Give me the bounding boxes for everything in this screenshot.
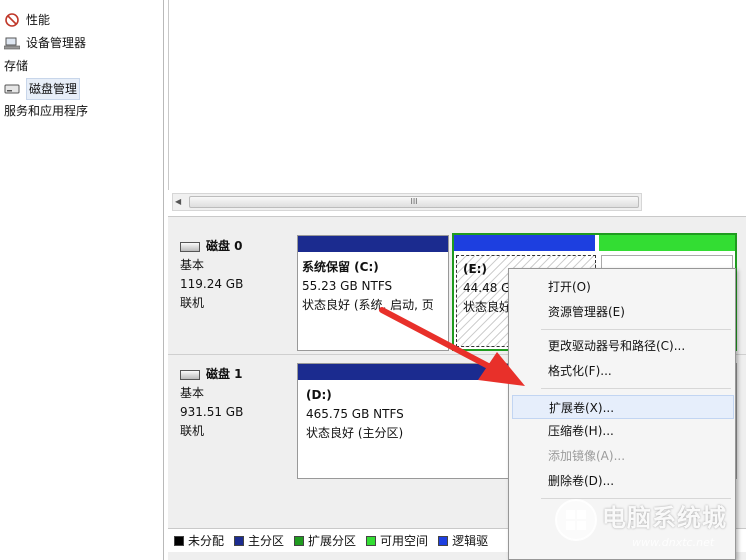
legend-free: 可用空间 xyxy=(366,532,428,549)
disk-icon xyxy=(180,369,200,380)
tree-item-device-manager[interactable]: 设备管理器 xyxy=(3,33,87,53)
partition-e-status: 状态良好 xyxy=(463,300,512,314)
tree-item-services-apps[interactable]: 服务和应用程序 xyxy=(4,101,88,121)
watermark-url: www.dnxtc.net xyxy=(632,536,715,549)
partition-d-status: 状态良好 (主分区) xyxy=(306,426,404,440)
disk-management-icon xyxy=(4,82,20,96)
watermark: 电脑系统城 www.dnxtc.net xyxy=(540,490,746,560)
tree-item-disk-management[interactable]: 磁盘管理 xyxy=(4,78,81,100)
legend-logical: 逻辑驱 xyxy=(438,532,488,549)
horizontal-scrollbar[interactable]: ◀ III xyxy=(172,193,642,211)
legend-extended: 扩展分区 xyxy=(294,532,356,549)
menu-item-format[interactable]: 格式化(F)... xyxy=(512,359,734,383)
disk-0-name: 磁盘 0 xyxy=(206,239,243,253)
disk-0-size: 119.24 GB xyxy=(180,277,244,291)
partition-bar-logical xyxy=(454,235,595,251)
tree-item-label: 设备管理器 xyxy=(26,36,87,50)
menu-item-extend-volume[interactable]: 扩展卷(X)... xyxy=(512,395,734,419)
legend-swatch xyxy=(438,535,449,546)
menu-item-change-drive-letter[interactable]: 更改驱动器号和路径(C)... xyxy=(512,334,734,358)
disk-0-info[interactable]: 磁盘 0 基本 119.24 GB 联机 xyxy=(176,231,296,356)
partition-bar-primary xyxy=(298,236,448,252)
partition-c[interactable]: 系统保留 (C:) 55.23 GB NTFS 状态良好 (系统, 启动, 页 xyxy=(297,235,449,351)
tree-item-label: 磁盘管理 xyxy=(26,78,81,100)
legend-unallocated: 未分配 xyxy=(174,532,224,549)
partition-bar-free xyxy=(599,235,735,251)
disk-1-name: 磁盘 1 xyxy=(206,367,243,381)
partition-d-size: 465.75 GB NTFS xyxy=(306,407,404,421)
disk-1-size: 931.51 GB xyxy=(180,405,244,419)
console-tree: 性能 设备管理器 存储 磁盘管理 服务和应用程序 xyxy=(0,0,164,560)
disk-0-name-row: 磁盘 0 xyxy=(180,237,296,256)
menu-item-add-mirror: 添加镜像(A)... xyxy=(548,449,626,463)
partition-d-name: (D:) xyxy=(306,388,332,402)
menu-separator xyxy=(541,388,731,389)
tree-item-performance[interactable]: 性能 xyxy=(4,10,50,30)
partition-e-name: (E:) xyxy=(463,262,487,276)
performance-icon xyxy=(4,13,20,27)
device-manager-icon xyxy=(3,36,21,50)
tree-item-label: 存储 xyxy=(4,59,29,73)
disk-0-type: 基本 xyxy=(180,258,205,272)
tree-item-label: 性能 xyxy=(26,13,51,27)
legend-primary: 主分区 xyxy=(234,532,284,549)
disk-icon xyxy=(180,241,200,252)
legend-swatch xyxy=(174,535,184,546)
disk-1-type: 基本 xyxy=(180,386,205,400)
legend-swatch xyxy=(294,535,305,546)
watermark-logo-icon xyxy=(555,499,597,541)
disk-1-status: 联机 xyxy=(180,424,205,438)
menu-item-explorer[interactable]: 资源管理器(E) xyxy=(512,300,734,324)
partition-e-size: 44.48 G xyxy=(463,281,511,295)
partition-c-size: 55.23 GB NTFS xyxy=(302,279,393,293)
tree-item-label: 服务和应用程序 xyxy=(4,104,89,118)
scroll-left-icon[interactable]: ◀ xyxy=(175,196,185,208)
tree-item-storage[interactable]: 存储 xyxy=(4,56,28,76)
scrollbar-thumb[interactable]: III xyxy=(189,196,639,208)
disk-0-status: 联机 xyxy=(180,296,205,310)
disk-1-name-row: 磁盘 1 xyxy=(180,365,296,384)
disk-1-info[interactable]: 磁盘 1 基本 931.51 GB 联机 xyxy=(176,359,296,484)
menu-item-open[interactable]: 打开(O) xyxy=(512,275,734,299)
menu-separator xyxy=(541,329,731,330)
legend-swatch xyxy=(366,535,377,546)
volume-list[interactable] xyxy=(168,0,746,190)
partition-c-name: 系统保留 (C:) xyxy=(302,260,379,274)
partition-c-status: 状态良好 (系统, 启动, 页 xyxy=(302,298,434,312)
legend-swatch xyxy=(234,535,245,546)
watermark-title: 电脑系统城 xyxy=(602,504,727,532)
menu-item-shrink-volume[interactable]: 压缩卷(H)... xyxy=(512,419,734,443)
